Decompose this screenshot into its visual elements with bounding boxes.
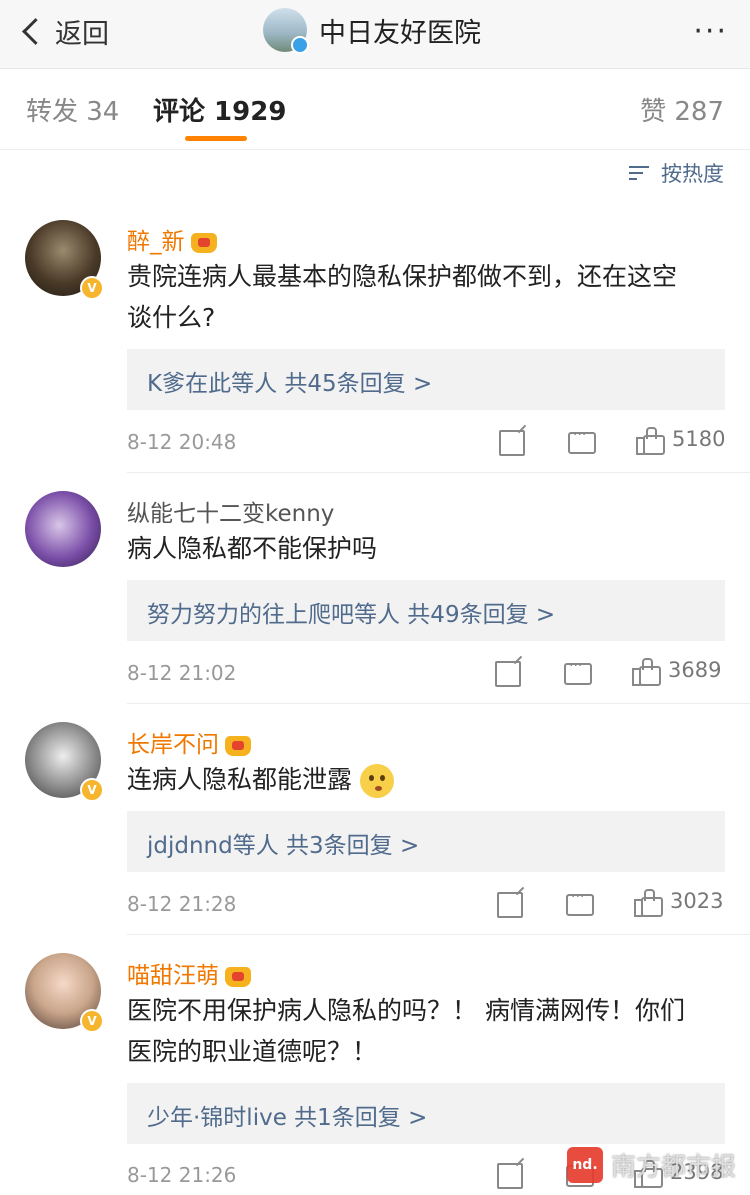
back-button[interactable]: 返回 [20,12,109,51]
active-tab-indicator [185,136,247,141]
vip-crown-icon [225,966,251,987]
comment-timestamp: 8-12 21:26 [127,1163,237,1187]
comment-author[interactable]: 纵能七十二变kenny [127,494,334,528]
comment-icon [564,658,592,685]
share-icon [497,892,523,918]
thumbs-up-icon [636,427,665,455]
replies-link[interactable]: 努力努力的往上爬吧等人 共49条回复 > [127,580,725,641]
sort-label: 按热度 [661,162,724,186]
comment-author[interactable]: 喵甜汪萌 [127,956,251,990]
more-icon[interactable]: ··· [693,17,728,47]
thumbs-up-icon [634,889,663,917]
repost-button[interactable] [499,430,525,456]
divider [127,703,750,704]
account-avatar[interactable] [263,8,309,54]
comment-icon [568,427,596,454]
top-bar: 返回 中日友好医院 ··· [0,0,750,69]
avatar[interactable] [25,491,101,567]
comment-text: 连病人隐私都能泄露 [127,759,727,800]
reply-button[interactable] [566,889,594,916]
comment-icon [566,889,594,916]
replies-link[interactable]: K爹在此等人 共45条回复 > [127,349,725,410]
share-icon [495,661,521,687]
thumbs-up-icon [632,658,661,686]
reply-button[interactable] [568,427,596,454]
like-button[interactable]: 5180 [636,427,726,455]
tab-comments[interactable]: 评论 1929 [153,91,286,128]
sort-icon [629,164,651,182]
share-icon [497,1163,523,1189]
watermark-logo: nd. [566,1147,603,1183]
tab-bar: 转发 34 评论 1929 赞 287 [0,69,750,150]
comment-author[interactable]: 醉_新 [127,222,217,256]
chevron-left-icon [22,18,49,45]
divider [127,934,750,935]
verified-badge-icon: V [80,276,104,300]
like-count: 5180 [672,427,726,451]
back-label: 返回 [55,19,109,50]
comment-author[interactable]: 长岸不问 [127,725,251,759]
like-button[interactable]: 3689 [632,658,722,686]
tab-repost[interactable]: 转发 34 [26,91,119,128]
replies-link[interactable]: jdjdnnd等人 共3条回复 > [127,811,725,872]
vip-crown-icon [225,735,251,756]
comment-timestamp: 8-12 21:02 [127,661,237,685]
replies-link[interactable]: 少年·锦时live 共1条回复 > [127,1083,725,1144]
verified-badge-icon: V [80,1009,104,1033]
thinking-face-icon [359,764,394,798]
comment-timestamp: 8-12 21:28 [127,892,237,916]
repost-button[interactable] [495,661,521,687]
divider [127,472,750,473]
reply-button[interactable] [564,658,592,685]
like-count: 3689 [668,658,722,682]
like-count: 3023 [670,889,724,913]
comment-text: 医院不用保护病人隐私的吗？！ 病情满网传！你们 医院的职业道德呢？！ [127,996,685,1066]
vip-crown-icon [190,232,217,253]
share-icon [499,430,525,456]
watermark-text: 南方都市报 [610,1152,736,1181]
repost-button[interactable] [497,1163,523,1189]
page-title: 中日友好医院 [319,17,481,49]
comment-text: 病人隐私都不能保护吗 [127,534,378,563]
like-button[interactable]: 3023 [634,889,724,917]
tab-likes[interactable]: 赞 287 [640,91,724,128]
comment-timestamp: 8-12 20:48 [127,430,237,454]
account-title[interactable]: 中日友好医院 [263,8,481,54]
verified-badge-icon: V [80,778,104,802]
newspaper-watermark: nd. 南方都市报 [566,1147,736,1183]
comment-text: 贵院连病人最基本的隐私保护都做不到，还在这空 谈什么? [127,262,678,332]
sort-button[interactable]: 按热度 [629,158,724,188]
repost-button[interactable] [497,892,523,918]
